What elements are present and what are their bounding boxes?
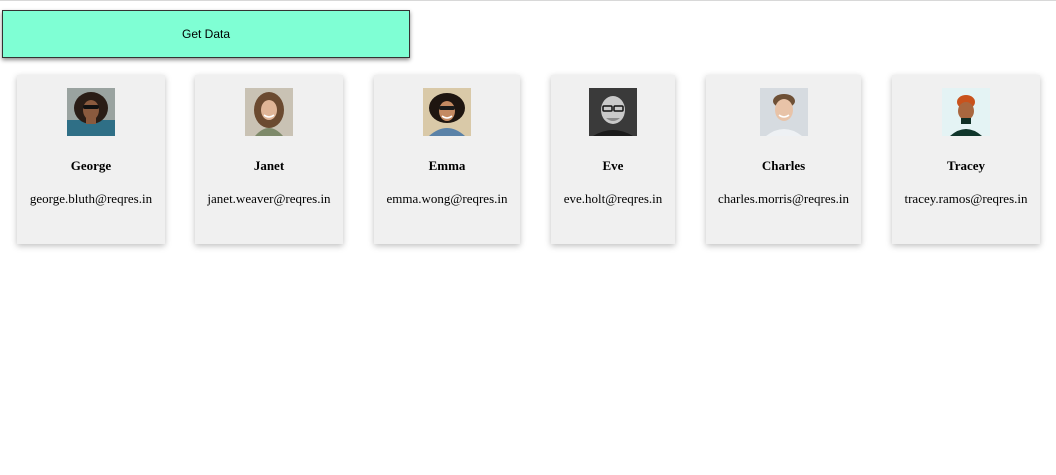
user-name: Emma bbox=[428, 158, 466, 173]
user-card: Eve eve.holt@reqres.in bbox=[551, 75, 675, 244]
user-card: Emma emma.wong@reqres.in bbox=[374, 75, 520, 244]
get-data-button[interactable]: Get Data bbox=[2, 10, 410, 58]
user-email: eve.holt@reqres.in bbox=[563, 191, 663, 206]
user-card: Tracey tracey.ramos@reqres.in bbox=[892, 75, 1040, 244]
emma-avatar-image bbox=[423, 88, 471, 136]
eve-avatar-image bbox=[589, 88, 637, 136]
janet-avatar-image bbox=[245, 88, 293, 136]
user-name: Tracey bbox=[946, 158, 986, 173]
user-email: emma.wong@reqres.in bbox=[386, 191, 508, 206]
user-email: george.bluth@reqres.in bbox=[29, 191, 153, 206]
user-name: Charles bbox=[761, 158, 806, 173]
user-name: Janet bbox=[253, 158, 285, 173]
user-card: George george.bluth@reqres.in bbox=[17, 75, 165, 244]
page: Get Data George george.bluth@reqres.in J… bbox=[0, 0, 1056, 475]
george-avatar-image bbox=[67, 88, 115, 136]
tracey-avatar-image bbox=[942, 88, 990, 136]
user-card: Janet janet.weaver@reqres.in bbox=[195, 75, 343, 244]
user-email: janet.weaver@reqres.in bbox=[207, 191, 331, 206]
user-name: Eve bbox=[602, 158, 624, 173]
user-name: George bbox=[70, 158, 112, 173]
user-email: tracey.ramos@reqres.in bbox=[904, 191, 1028, 206]
charles-avatar-image bbox=[759, 88, 808, 136]
user-email: charles.morris@reqres.in bbox=[717, 191, 850, 206]
user-card: Charles charles.morris@reqres.in bbox=[706, 75, 861, 244]
